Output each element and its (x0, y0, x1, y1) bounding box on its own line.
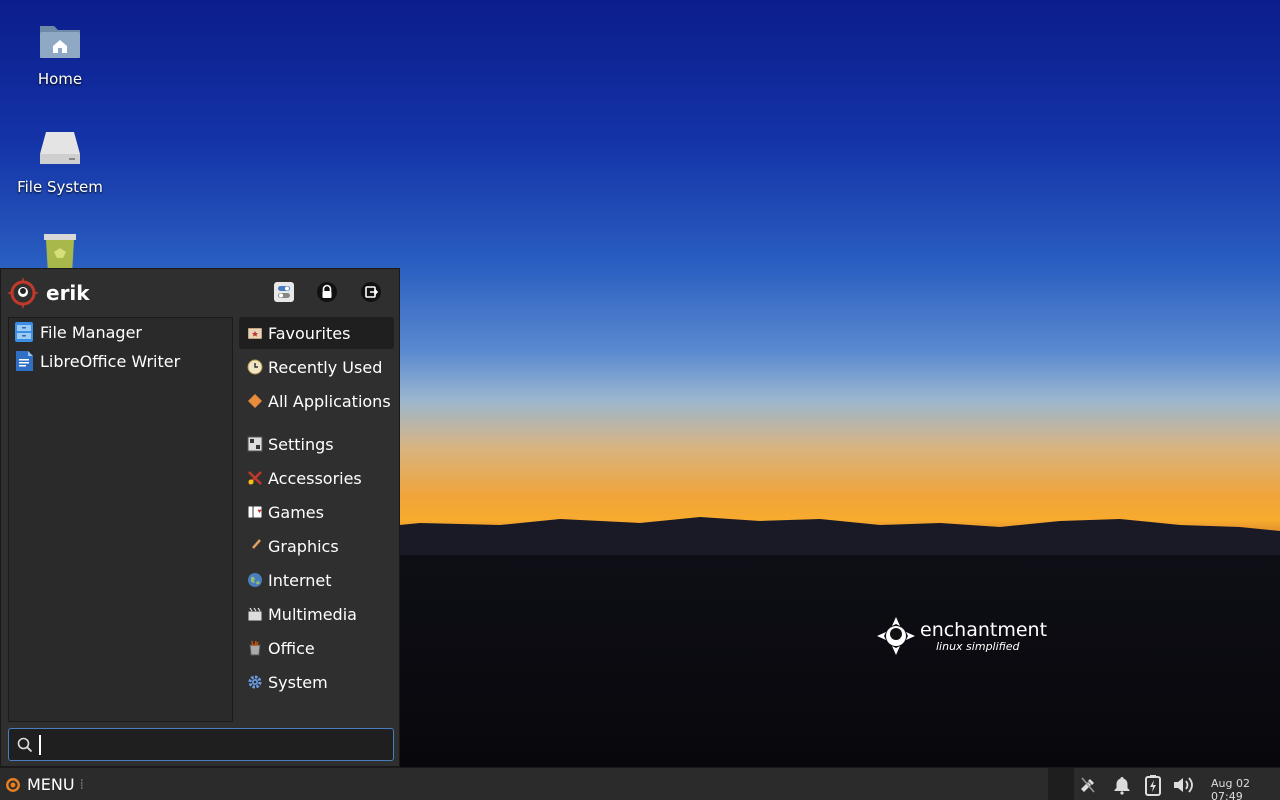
desktop-icon-label: File System (17, 178, 103, 196)
category-games[interactable]: Games (239, 496, 394, 528)
logout-button[interactable] (358, 279, 384, 305)
category-label: Settings (268, 434, 334, 454)
volume-button[interactable] (1172, 773, 1196, 797)
list-item-label: File Manager (40, 322, 142, 342)
logout-icon (361, 282, 381, 302)
network-button[interactable] (1076, 773, 1100, 797)
lock-button[interactable] (314, 279, 340, 305)
volume-icon (1174, 777, 1193, 793)
bell-icon (1114, 777, 1130, 795)
category-label: Accessories (268, 468, 362, 488)
brush-icon (249, 539, 261, 552)
category-accessories[interactable]: Accessories (239, 462, 394, 494)
taskbar-separator: ⁞ (79, 776, 84, 793)
category-favourites[interactable]: Favourites (239, 317, 394, 349)
list-item-label: LibreOffice Writer (40, 351, 181, 371)
category-settings[interactable]: Settings (239, 428, 394, 460)
battery-button[interactable] (1141, 773, 1165, 797)
clock-icon (247, 359, 263, 375)
category-list: Favourites Recently Used All Application… (237, 315, 397, 725)
network-icon (1081, 777, 1095, 793)
writer-icon (16, 351, 33, 371)
brand-tagline: linux simplified (936, 639, 1020, 653)
taskbar: MENU ⁞ Aug 02 07:49 (0, 767, 1280, 800)
clock[interactable]: Aug 02 07:49 (1211, 777, 1280, 800)
clapper-icon (247, 607, 263, 622)
list-item-file-manager[interactable]: File Manager (11, 318, 231, 346)
office-icon (249, 640, 261, 656)
settings-icon (274, 282, 294, 302)
category-graphics[interactable]: Graphics (239, 530, 394, 562)
user-name: erik (46, 281, 90, 305)
category-internet[interactable]: Internet (239, 564, 394, 596)
notifications-button[interactable] (1110, 773, 1134, 797)
favourites-list: File Manager LibreOffice Writer (8, 317, 233, 722)
category-label: Graphics (268, 536, 339, 556)
settings-icon (247, 436, 263, 452)
desktop-icon-home[interactable]: Home (0, 16, 120, 88)
diamond-icon (248, 394, 262, 408)
category-all-applications[interactable]: All Applications (239, 385, 394, 417)
desktop-icon-label: Home (37, 70, 83, 88)
cards-icon (247, 505, 263, 519)
category-label: Office (268, 638, 315, 658)
category-label: Recently Used (268, 357, 383, 377)
globe-icon (248, 573, 262, 587)
gear-icon (248, 675, 262, 689)
enchantment-logo-icon (877, 617, 915, 655)
category-label: Internet (268, 570, 332, 590)
category-label: System (268, 672, 328, 692)
menu-button-label: MENU (26, 775, 75, 794)
application-menu: erik File Manager LibreOffice Writer Fav… (0, 268, 400, 767)
menu-logo-icon (5, 777, 20, 792)
search-input[interactable] (39, 734, 369, 755)
avatar (7, 277, 39, 309)
home-folder-icon (36, 16, 84, 64)
category-label: All Applications (268, 391, 391, 411)
drive-icon (36, 124, 84, 172)
wallpaper-brand: enchantment linux simplified (876, 614, 1056, 658)
search-icon (17, 737, 33, 752)
category-recently-used[interactable]: Recently Used (239, 351, 394, 383)
category-label: Multimedia (268, 604, 357, 624)
category-label: Games (268, 502, 324, 522)
settings-button[interactable] (271, 279, 297, 305)
battery-icon (1145, 775, 1161, 796)
lock-icon (317, 282, 337, 302)
accessories-icon (248, 471, 262, 485)
brand-name: enchantment (920, 618, 1048, 641)
menu-header: erik (1, 269, 401, 315)
category-system[interactable]: System (239, 666, 394, 698)
favourites-icon (248, 328, 262, 339)
tray-spacer (1048, 768, 1074, 800)
search-box (8, 728, 394, 761)
file-manager-icon (15, 322, 33, 342)
desktop-icon-filesystem[interactable]: File System (0, 124, 120, 196)
menu-button[interactable]: MENU ⁞ (0, 768, 84, 800)
category-office[interactable]: Office (239, 632, 394, 664)
category-multimedia[interactable]: Multimedia (239, 598, 394, 630)
list-item-libreoffice-writer[interactable]: LibreOffice Writer (11, 347, 231, 375)
category-label: Favourites (268, 323, 351, 343)
